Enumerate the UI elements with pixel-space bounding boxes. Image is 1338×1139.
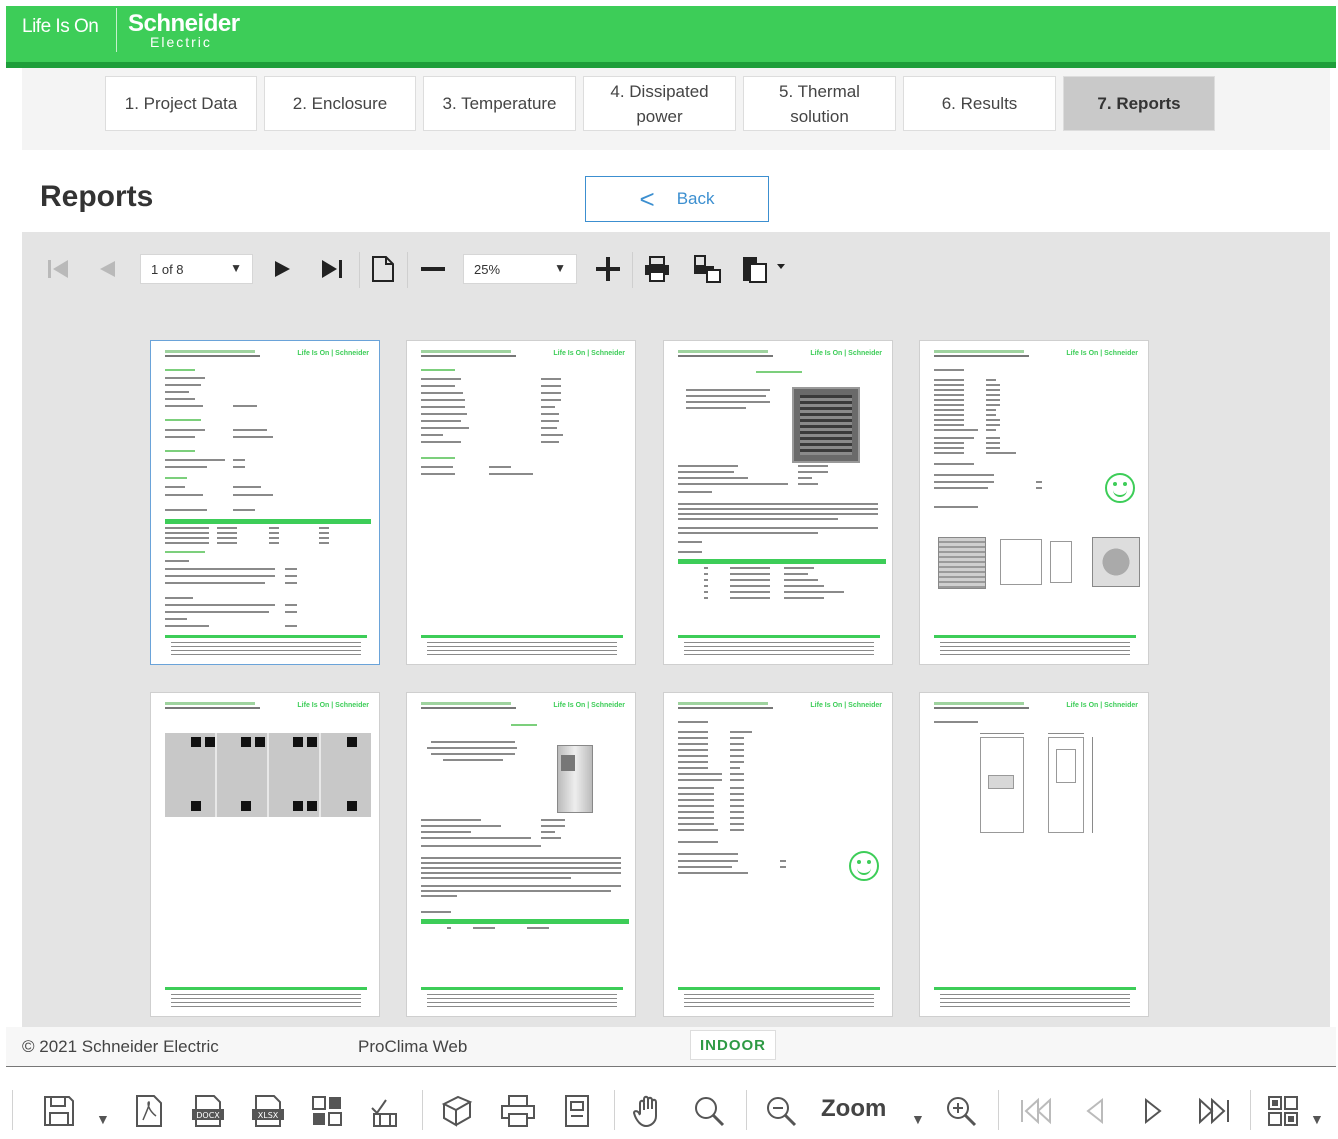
print-page-icon[interactable] xyxy=(692,254,722,288)
toolbar-separator xyxy=(614,1090,615,1130)
hand-icon[interactable] xyxy=(632,1094,666,1134)
zoom-label[interactable]: Zoom xyxy=(821,1095,886,1123)
report-page-thumbnail-1[interactable]: Life Is On | Schneider xyxy=(150,340,380,665)
zoom-in-icon[interactable] xyxy=(944,1094,978,1134)
print-icon[interactable] xyxy=(500,1094,536,1134)
single-page-icon[interactable] xyxy=(371,255,395,287)
zoom-select-value: 25% xyxy=(474,261,501,277)
zoom-out-icon[interactable] xyxy=(764,1094,798,1134)
first-page-icon[interactable] xyxy=(46,256,70,286)
life-is-on-tagline: Life Is On xyxy=(22,16,99,37)
docx-icon[interactable]: DOCX xyxy=(190,1094,226,1134)
report-page-thumbnail-4[interactable]: Life Is On | Schneider xyxy=(919,340,1149,665)
report-page-thumbnail-6[interactable]: Life Is On | Schneider xyxy=(406,692,636,1017)
brand-sub: Electric xyxy=(150,34,212,50)
svg-text:DOCX: DOCX xyxy=(196,1111,220,1120)
multipage-icon[interactable] xyxy=(1266,1094,1300,1134)
toolbar-separator xyxy=(422,1090,423,1130)
back-arrow-icon: < xyxy=(639,184,655,214)
report-page-thumbnail-5[interactable]: Life Is On | Schneider xyxy=(150,692,380,1017)
layout-icon[interactable] xyxy=(310,1094,344,1134)
report-page-thumbnail-8[interactable]: Life Is On | Schneider xyxy=(919,692,1149,1017)
step-results[interactable]: 6. Results xyxy=(903,76,1056,131)
toolbar-separator xyxy=(359,252,360,288)
page-title: Reports xyxy=(40,180,154,213)
toolbar-separator xyxy=(632,252,633,288)
checklist-icon[interactable] xyxy=(368,1094,402,1134)
last-page-icon[interactable] xyxy=(320,256,344,286)
brand-name: Schneider xyxy=(128,10,240,37)
back-button[interactable]: < Back xyxy=(585,176,769,222)
chevron-down-icon: ▼ xyxy=(554,261,566,275)
zoom-out-icon[interactable] xyxy=(420,256,446,286)
toolbar-separator xyxy=(746,1090,747,1130)
chevron-down-icon: ▼ xyxy=(230,261,242,275)
header-divider xyxy=(116,8,117,52)
chevron-down-icon[interactable]: ▼ xyxy=(911,1104,925,1134)
last-icon[interactable] xyxy=(1196,1094,1232,1134)
export-icon[interactable] xyxy=(741,254,787,288)
chevron-down-icon[interactable]: ▼ xyxy=(1310,1104,1324,1134)
toolbar-separator xyxy=(998,1090,999,1130)
schneider-logo: Schneider Electric xyxy=(128,10,240,50)
save-icon[interactable] xyxy=(42,1094,76,1134)
step-reports[interactable]: 7. Reports xyxy=(1063,76,1215,131)
prev-page-icon[interactable] xyxy=(97,256,117,286)
toolbar-grip xyxy=(12,1090,13,1130)
page-select[interactable]: 1 of 8 ▼ xyxy=(140,254,253,284)
zoom-in-icon[interactable] xyxy=(595,256,621,286)
svg-text:XLSX: XLSX xyxy=(258,1111,279,1120)
page-select-value: 1 of 8 xyxy=(151,261,184,277)
first-icon[interactable] xyxy=(1018,1094,1054,1134)
search-icon[interactable] xyxy=(692,1094,726,1134)
step-temperature[interactable]: 3. Temperature xyxy=(423,76,576,131)
app-name: ProClima Web xyxy=(358,1037,468,1056)
document-icon[interactable] xyxy=(562,1094,592,1134)
step-enclosure[interactable]: 2. Enclosure xyxy=(264,76,416,131)
next-icon[interactable] xyxy=(1140,1094,1166,1134)
step-thermal-solution[interactable]: 5. Thermal solution xyxy=(743,76,896,131)
report-page-thumbnail-2[interactable]: Life Is On | Schneider xyxy=(406,340,636,665)
prev-icon[interactable] xyxy=(1082,1094,1108,1134)
print-icon[interactable] xyxy=(643,255,671,287)
step-project-data[interactable]: 1. Project Data xyxy=(105,76,257,131)
zoom-select[interactable]: 25% ▼ xyxy=(463,254,577,284)
report-page-thumbnail-3[interactable]: Life Is On | Schneider xyxy=(663,340,893,665)
report-page-thumbnail-7[interactable]: Life Is On | Schneider xyxy=(663,692,893,1017)
pdf-icon[interactable] xyxy=(134,1094,164,1134)
toolbar-separator xyxy=(407,252,408,288)
next-page-icon[interactable] xyxy=(272,256,292,286)
copyright-text: © 2021 Schneider Electric xyxy=(22,1037,219,1056)
back-button-label: Back xyxy=(676,189,715,208)
toolbar-separator xyxy=(1250,1090,1251,1130)
xlsx-icon[interactable]: XLSX xyxy=(250,1094,286,1134)
chevron-down-icon[interactable]: ▼ xyxy=(96,1104,110,1134)
mode-badge: INDOOR xyxy=(690,1030,776,1060)
pages-icon[interactable] xyxy=(440,1094,474,1134)
step-dissipated-power[interactable]: 4. Dissipated power xyxy=(583,76,736,131)
